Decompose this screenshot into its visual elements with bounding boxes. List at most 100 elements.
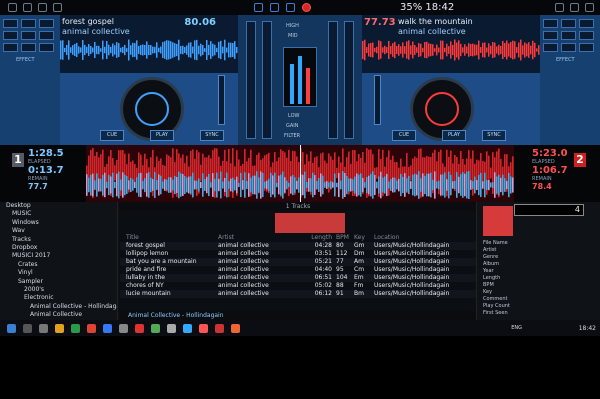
left-volume-fader[interactable] — [262, 21, 272, 139]
deck-1-indicator[interactable]: 1 — [12, 153, 24, 167]
browser-icon[interactable] — [53, 3, 62, 12]
pad-1[interactable] — [543, 19, 558, 28]
col-artist[interactable]: Artist — [218, 234, 302, 242]
app-icon[interactable] — [135, 323, 144, 333]
folder-item[interactable]: Wav — [0, 227, 117, 235]
close-icon[interactable] — [585, 3, 594, 12]
app-icon[interactable] — [71, 323, 80, 333]
left-cue-button[interactable]: CUE — [100, 130, 124, 141]
app-icon[interactable] — [87, 323, 96, 333]
app-icon[interactable] — [151, 323, 160, 333]
pad-3[interactable] — [579, 19, 594, 28]
waveform-bar — [494, 42, 496, 58]
right-pitch-slider[interactable] — [374, 75, 381, 125]
info-line: Comment — [483, 296, 508, 302]
left-mini-waveform[interactable] — [60, 39, 238, 61]
table-row[interactable]: forest gospel animal collective 04:28 80… — [120, 242, 476, 250]
left-sync-button[interactable]: SYNC — [200, 130, 224, 141]
pad-9[interactable] — [579, 43, 594, 52]
logo-icon[interactable] — [8, 3, 17, 12]
deck-2-indicator[interactable]: 2 — [574, 153, 586, 167]
folder-item[interactable]: Tracks — [0, 236, 117, 244]
table-row[interactable]: chores of NY animal collective 05:02 88 … — [120, 282, 476, 290]
search-icon[interactable] — [23, 323, 32, 333]
app-icon[interactable] — [215, 323, 224, 333]
folder-item[interactable]: Animal Collective - Hollindagain — [0, 303, 117, 311]
sampler-mode-icon[interactable] — [286, 3, 295, 12]
right-mini-waveform[interactable] — [362, 39, 540, 61]
folder-item[interactable]: Vinyl — [0, 269, 117, 277]
folder-item[interactable]: Animal Collective — [0, 311, 117, 319]
system-status: 35% 18:42 — [400, 2, 455, 13]
pad-6[interactable] — [579, 31, 594, 40]
table-row[interactable]: pride and fire animal collective 04:40 9… — [120, 266, 476, 274]
waveform-bar — [124, 44, 126, 56]
minimize-icon[interactable] — [555, 3, 564, 12]
left-play-button[interactable]: PLAY — [150, 130, 174, 141]
explorer-icon[interactable] — [55, 323, 64, 333]
table-row[interactable]: lucie mountain animal collective 06:12 9… — [120, 290, 476, 298]
col-key[interactable]: Key — [354, 234, 374, 242]
app-icon[interactable] — [167, 323, 176, 333]
app-icon[interactable] — [231, 323, 240, 333]
folder-item[interactable]: Crates — [0, 261, 117, 269]
left-pitch-slider[interactable] — [218, 75, 225, 125]
folder-item[interactable]: Windows — [0, 219, 117, 227]
pad-5[interactable] — [561, 31, 576, 40]
pad-2[interactable] — [561, 19, 576, 28]
task-view-icon[interactable] — [39, 323, 48, 333]
browser-tab[interactable]: 1 Tracks — [120, 202, 476, 211]
search-input[interactable]: 4 — [514, 204, 584, 216]
mixer-mode-icon[interactable] — [270, 3, 279, 12]
folder-item[interactable]: Electronic — [0, 294, 117, 302]
left-eq-column[interactable] — [246, 21, 256, 139]
right-eq-column[interactable] — [344, 21, 354, 139]
start-icon[interactable] — [7, 323, 16, 333]
pad-4[interactable] — [543, 31, 558, 40]
app-icon[interactable] — [183, 323, 192, 333]
pad-7[interactable] — [3, 43, 18, 52]
folder-item[interactable]: Sampler — [0, 278, 117, 286]
pad-7[interactable] — [543, 43, 558, 52]
pad-5[interactable] — [21, 31, 36, 40]
table-row[interactable]: lullaby in the animal collective 06:51 1… — [120, 274, 476, 282]
waveform-bar-red — [410, 165, 412, 181]
pad-8[interactable] — [561, 43, 576, 52]
pad-4[interactable] — [3, 31, 18, 40]
maximize-icon[interactable] — [570, 3, 579, 12]
waveform-bar — [106, 40, 108, 60]
col-title[interactable]: Title — [120, 234, 218, 242]
layout-icon[interactable] — [38, 3, 47, 12]
pad-9[interactable] — [39, 43, 54, 52]
right-cue-button[interactable]: CUE — [392, 130, 416, 141]
col-bpm[interactable]: BPM — [336, 234, 354, 242]
folder-item[interactable]: Desktop — [0, 202, 117, 210]
pad-1[interactable] — [3, 19, 18, 28]
folder-item[interactable]: MUSICI 2017 — [0, 252, 117, 260]
scratch-waveform[interactable] — [86, 145, 514, 202]
folder-item[interactable]: Dropbox — [0, 244, 117, 252]
settings-icon[interactable] — [23, 3, 32, 12]
right-sync-button[interactable]: SYNC — [482, 130, 506, 141]
folder-item[interactable]: 2000's — [0, 286, 117, 294]
taskbar-clock[interactable]: 18:42 — [579, 325, 596, 332]
app-icon[interactable] — [103, 323, 112, 333]
pad-2[interactable] — [21, 19, 36, 28]
waveform-bar-blue — [244, 172, 246, 198]
col-length[interactable]: Length — [302, 234, 336, 242]
virtualdj-taskbar-icon[interactable] — [199, 323, 208, 333]
record-icon[interactable] — [302, 3, 311, 12]
pad-3[interactable] — [39, 19, 54, 28]
right-play-button[interactable]: PLAY — [442, 130, 466, 141]
table-row[interactable]: bat you are a mountain animal collective… — [120, 258, 476, 266]
waveform-bar — [112, 43, 114, 57]
app-icon[interactable] — [119, 323, 128, 333]
col-location[interactable]: Location — [374, 234, 474, 242]
pad-8[interactable] — [21, 43, 36, 52]
language-indicator[interactable]: ENG — [511, 325, 522, 331]
folder-item[interactable]: MUSIC — [0, 210, 117, 218]
pad-6[interactable] — [39, 31, 54, 40]
table-row[interactable]: lollipop lemon animal collective 03:51 1… — [120, 250, 476, 258]
right-volume-fader[interactable] — [328, 21, 338, 139]
deck-mode-icon[interactable] — [254, 3, 263, 12]
